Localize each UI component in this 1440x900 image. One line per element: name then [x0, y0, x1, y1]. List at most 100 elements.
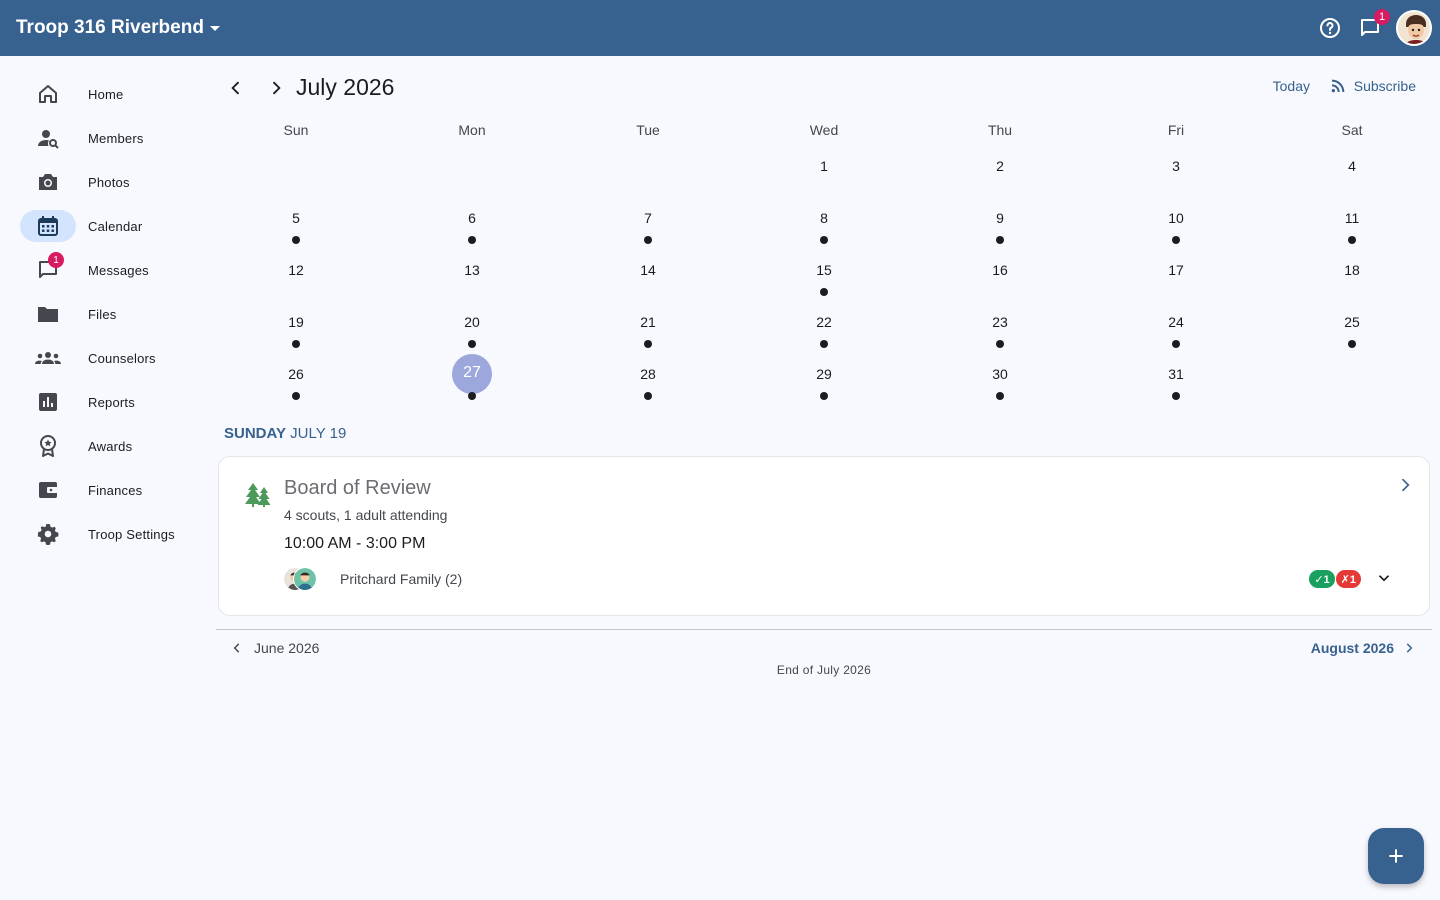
- day-number: 14: [640, 262, 656, 278]
- calendar-day[interactable]: 24: [1088, 296, 1264, 348]
- day-number: 13: [464, 262, 480, 278]
- end-of-month-text: End of July 2026: [776, 663, 872, 677]
- calendar-day[interactable]: 12: [208, 244, 384, 296]
- day-number: 30: [992, 366, 1008, 382]
- event-indicator-dot: [292, 236, 300, 244]
- calendar-header: July 2026 Today Subscribe: [216, 64, 1432, 112]
- calendar-day[interactable]: 19: [208, 296, 384, 348]
- sidebar-item-counselors[interactable]: Counselors: [0, 336, 200, 380]
- calendar-day[interactable]: 8: [736, 192, 912, 244]
- day-number: 21: [640, 314, 656, 330]
- selected-day-label: SUNDAY JULY 19: [224, 425, 346, 442]
- add-event-button[interactable]: [1368, 828, 1424, 884]
- sidebar-item-files[interactable]: Files: [0, 292, 200, 336]
- event-indicator-dot: [644, 340, 652, 348]
- calendar-week: 19 20 21 22 23 24 25: [208, 296, 1440, 348]
- help-button[interactable]: [1310, 8, 1350, 48]
- subscribe-button[interactable]: Subscribe: [1330, 78, 1416, 94]
- sidebar-item-awards[interactable]: Awards: [0, 424, 200, 468]
- open-event-button[interactable]: [1395, 475, 1415, 500]
- event-indicator-dot: [292, 392, 300, 400]
- subscribe-label: Subscribe: [1353, 78, 1416, 94]
- day-number: 4: [1348, 158, 1356, 174]
- chevron-down-icon: [1378, 575, 1390, 582]
- weekday-label: Sun: [283, 122, 309, 138]
- calendar-day[interactable]: 26: [208, 348, 384, 400]
- event-indicator-dot: [644, 236, 652, 244]
- family-rsvp-row[interactable]: Pritchard Family (2) ✓1 ✗1: [283, 565, 1403, 593]
- chevron-left-icon: [231, 81, 240, 95]
- event-attendance: 4 scouts, 1 adult attending: [284, 507, 448, 523]
- event-title: Board of Review: [284, 477, 431, 499]
- day-number: 9: [996, 210, 1004, 226]
- today-button[interactable]: Today: [1273, 78, 1310, 94]
- calendar-day[interactable]: 10: [1088, 192, 1264, 244]
- calendar-day[interactable]: 27: [384, 348, 560, 400]
- calendar-day[interactable]: 29: [736, 348, 912, 400]
- calendar-day[interactable]: 4: [1264, 140, 1440, 192]
- sidebar-item-home[interactable]: Home: [0, 72, 200, 116]
- sidebar-item-finances[interactable]: Finances: [0, 468, 200, 512]
- sidebar-item-label: Awards: [88, 438, 133, 454]
- sidebar-item-members[interactable]: Members: [0, 116, 200, 160]
- next-month-button[interactable]: [258, 72, 294, 104]
- calendar-day[interactable]: 9: [912, 192, 1088, 244]
- sidebar-item-label: Calendar: [88, 218, 143, 234]
- chevron-right-icon: [1406, 643, 1413, 653]
- calendar-day[interactable]: 31: [1088, 348, 1264, 400]
- calendar-day[interactable]: 20: [384, 296, 560, 348]
- sidebar-item-reports[interactable]: Reports: [0, 380, 200, 424]
- sidebar-item-troop-settings[interactable]: Troop Settings: [0, 512, 200, 556]
- day-number: 2: [996, 158, 1004, 174]
- sidebar-item-label: Finances: [88, 482, 143, 498]
- calendar-day[interactable]: 11: [1264, 192, 1440, 244]
- calendar-day[interactable]: 7: [560, 192, 736, 244]
- day-number: 20: [464, 314, 480, 330]
- calendar-day[interactable]: 14: [560, 244, 736, 296]
- calendar-day[interactable]: 5: [208, 192, 384, 244]
- weekday-label: Tue: [636, 122, 660, 138]
- event-indicator-dot: [996, 236, 1004, 244]
- sidebar-item-calendar[interactable]: Calendar: [0, 204, 200, 248]
- calendar-day[interactable]: 16: [912, 244, 1088, 296]
- calendar-day[interactable]: 25: [1264, 296, 1440, 348]
- user-avatar[interactable]: [1396, 10, 1432, 46]
- calendar-day[interactable]: 17: [1088, 244, 1264, 296]
- next-month-link[interactable]: August 2026: [1311, 640, 1416, 656]
- calendar-week: 12 13 14 15 16 17 18: [208, 244, 1440, 296]
- calendar-day[interactable]: 23: [912, 296, 1088, 348]
- calendar-day[interactable]: 21: [560, 296, 736, 348]
- prev-month-button[interactable]: [218, 72, 254, 104]
- calendar-day[interactable]: 6: [384, 192, 560, 244]
- caret-down-icon: [209, 25, 220, 31]
- sidebar-item-photos[interactable]: Photos: [0, 160, 200, 204]
- sidebar-item-label: Troop Settings: [88, 526, 175, 542]
- calendar-day[interactable]: 22: [736, 296, 912, 348]
- calendar-week: 5 6 7 8 9 10 11: [208, 192, 1440, 244]
- gear-icon: [37, 524, 59, 545]
- messages-button[interactable]: 1: [1350, 8, 1390, 48]
- calendar-day[interactable]: 3: [1088, 140, 1264, 192]
- calendar-day[interactable]: 13: [384, 244, 560, 296]
- calendar-day[interactable]: 2: [912, 140, 1088, 192]
- calendar-day[interactable]: 15: [736, 244, 912, 296]
- event-indicator-dot: [468, 340, 476, 348]
- troop-selector[interactable]: Troop 316 Riverbend: [16, 17, 220, 39]
- calendar-day-empty: [208, 140, 384, 192]
- event-card[interactable]: Board of Review 4 scouts, 1 adult attend…: [218, 456, 1430, 616]
- calendar-day[interactable]: 1: [736, 140, 912, 192]
- trees-icon: [243, 481, 273, 512]
- sidebar-item-label: Photos: [88, 174, 130, 190]
- month-title: July 2026: [296, 74, 395, 100]
- day-number: 24: [1168, 314, 1184, 330]
- previous-month-link[interactable]: June 2026: [230, 640, 319, 656]
- event-indicator-dot: [820, 236, 828, 244]
- calendar-day[interactable]: 18: [1264, 244, 1440, 296]
- event-indicator-dot: [820, 392, 828, 400]
- sidebar-item-messages[interactable]: 1 Messages: [0, 248, 200, 292]
- calendar-day[interactable]: 30: [912, 348, 1088, 400]
- calendar-day[interactable]: 28: [560, 348, 736, 400]
- day-number: 15: [816, 262, 832, 278]
- expand-family-button[interactable]: [1375, 569, 1393, 592]
- day-number: 16: [992, 262, 1008, 278]
